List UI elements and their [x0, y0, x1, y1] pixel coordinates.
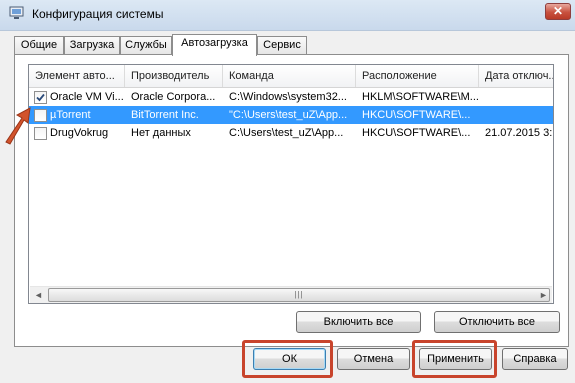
cell-manufacturer: Oracle Corpora... [131, 91, 216, 103]
tab-tools[interactable]: Сервис [257, 36, 307, 54]
window-title: Конфигурация системы [32, 7, 164, 21]
table-row[interactable]: Oracle VM Vi... Oracle Corpora... C:\Win… [29, 88, 553, 106]
column-header-command[interactable]: Команда [223, 65, 356, 87]
tab-services[interactable]: Службы [120, 36, 172, 54]
cell-manufacturer: Нет данных [131, 127, 191, 139]
cell-item: Oracle VM Vi... [50, 91, 124, 103]
msconfig-icon [9, 6, 25, 20]
cell-location: HKCU\SOFTWARE\... [362, 127, 471, 139]
disable-all-button[interactable]: Отключить все [434, 311, 560, 333]
title-bar: Конфигурация системы ✕ [0, 0, 575, 31]
cell-location: HKCU\SOFTWARE\... [362, 109, 471, 121]
column-header-date-disabled[interactable]: Дата отключ... [479, 65, 553, 87]
cell-date [479, 106, 553, 124]
list-header: Элемент авто... Производитель Команда Ра… [29, 65, 553, 88]
column-header-location[interactable]: Расположение [356, 65, 479, 87]
scroll-right-icon[interactable]: ► [535, 287, 552, 303]
scroll-thumb[interactable]: ||| [48, 288, 550, 302]
apply-highlight-frame [412, 340, 497, 378]
ok-highlight-frame [242, 340, 333, 378]
table-row-selected[interactable]: µTorrent BitTorrent Inc. "C:\Users\test_… [29, 106, 553, 124]
startup-list[interactable]: Элемент авто... Производитель Команда Ра… [28, 64, 554, 304]
horizontal-scrollbar[interactable]: ◄ ||| ► [30, 286, 552, 303]
tab-startup[interactable]: Автозагрузка [172, 34, 257, 56]
cell-command: "C:\Users\test_uZ\App... [229, 109, 348, 121]
close-button[interactable]: ✕ [545, 3, 571, 20]
cell-item: DrugVokrug [50, 127, 109, 139]
cell-location: HKLM\SOFTWARE\M... [362, 91, 479, 103]
close-icon: ✕ [552, 4, 564, 18]
cell-command: C:\Users\test_uZ\App... [229, 127, 344, 139]
cell-date [479, 88, 553, 106]
tab-boot[interactable]: Загрузка [64, 36, 120, 54]
red-arrow-icon [2, 104, 32, 149]
column-header-manufacturer[interactable]: Производитель [125, 65, 223, 87]
cell-date: 21.07.2015 3:... [485, 127, 553, 139]
grip-icon: ||| [294, 290, 304, 299]
column-header-item[interactable]: Элемент авто... [29, 65, 125, 87]
cell-manufacturer: BitTorrent Inc. [131, 109, 199, 121]
table-row[interactable]: DrugVokrug Нет данных C:\Users\test_uZ\A… [29, 124, 553, 142]
tab-general[interactable]: Общие [14, 36, 64, 54]
cancel-button[interactable]: Отмена [337, 348, 410, 370]
cell-command: C:\Windows\system32... [229, 91, 347, 103]
enable-all-button[interactable]: Включить все [296, 311, 421, 333]
cell-item: µTorrent [50, 109, 91, 121]
scroll-left-icon[interactable]: ◄ [30, 287, 47, 303]
help-button[interactable]: Справка [502, 348, 568, 370]
